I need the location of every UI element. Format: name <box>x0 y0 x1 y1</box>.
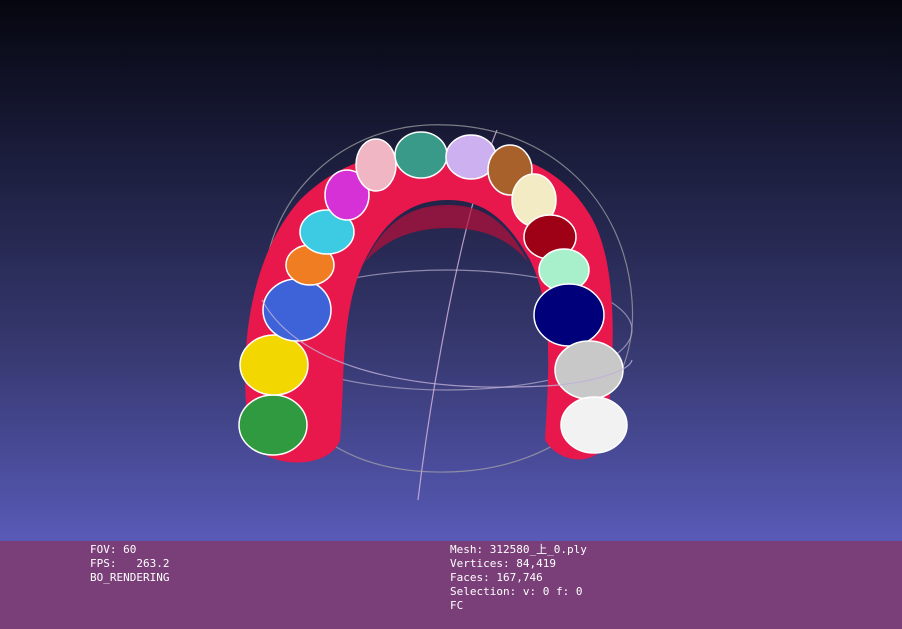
flags-label: FC <box>450 599 464 612</box>
tooth-1[interactable] <box>238 394 308 456</box>
mesh-info: Mesh: 312580_上_0.ply Vertices: 84,419 Fa… <box>450 543 587 613</box>
tooth-2[interactable] <box>239 334 309 396</box>
3d-viewport[interactable]: FOV: 60 FPS: 263.2 BO_RENDERING Mesh: 31… <box>0 0 902 629</box>
mesh-scene[interactable] <box>0 0 902 629</box>
mesh-name-label: Mesh: 312580_上_0.ply <box>450 543 587 556</box>
vertices-label: Vertices: 84,419 <box>450 557 556 570</box>
tooth-3[interactable] <box>262 278 332 342</box>
tooth-14[interactable] <box>533 283 605 347</box>
info-panel: FOV: 60 FPS: 263.2 BO_RENDERING Mesh: 31… <box>0 541 902 629</box>
render-mode-label: BO_RENDERING <box>90 571 170 584</box>
tooth-8[interactable] <box>394 131 448 179</box>
tooth-16[interactable] <box>560 396 628 454</box>
render-info: FOV: 60 FPS: 263.2 BO_RENDERING <box>90 543 169 585</box>
selection-label: Selection: v: 0 f: 0 <box>450 585 583 598</box>
tooth-15[interactable] <box>554 340 624 400</box>
fps-label: FPS: 263.2 <box>90 557 170 570</box>
faces-label: Faces: 167,746 <box>450 571 543 584</box>
fov-label: FOV: 60 <box>90 543 137 556</box>
tooth-7[interactable] <box>355 138 397 192</box>
